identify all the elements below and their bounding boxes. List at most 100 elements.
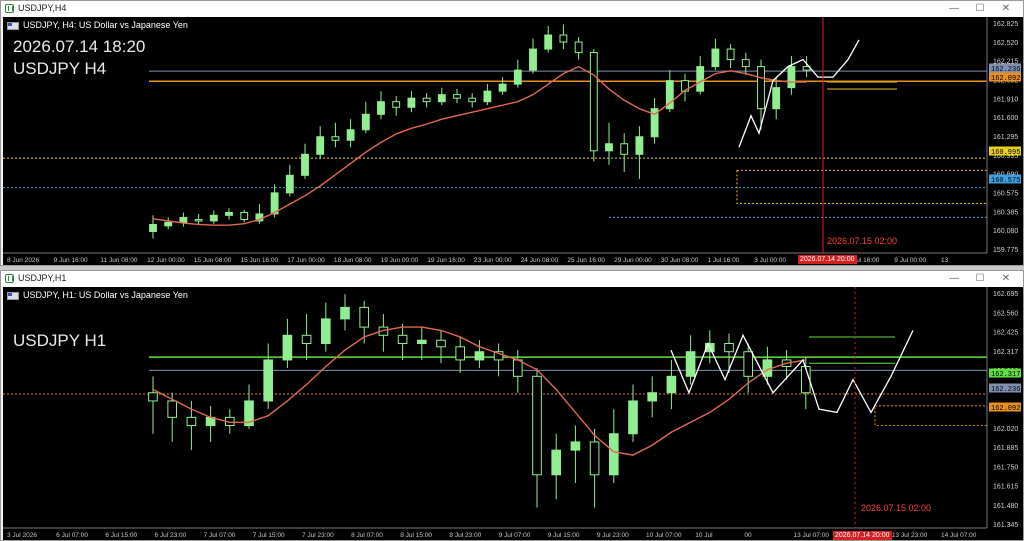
price-tag-label: 162.092 <box>991 75 1020 83</box>
candle-body <box>377 101 385 115</box>
time-axis-label: 19 Jun 00:00 <box>381 257 419 264</box>
candle-body <box>179 216 188 223</box>
time-axis-label: 12 Jun 00:00 <box>147 257 185 264</box>
time-axis-label: 30 Jun 08:00 <box>661 257 699 264</box>
candle-body <box>498 83 507 92</box>
price-tag-label: 160.995 <box>991 149 1020 157</box>
price-scale-label: 161.345 <box>993 522 1018 529</box>
price-tag-label: 162.236 <box>991 386 1020 394</box>
close-button[interactable]: ✕ <box>993 1 1019 17</box>
cursor-time-label: 2026.07.14 20:00 <box>833 531 892 540</box>
price-chart-h4[interactable]: 162.825162.520162.215162.092161.910161.6… <box>3 17 1023 265</box>
price-scale-label: 161.910 <box>993 96 1018 103</box>
price-chart-h1[interactable]: 162.695162.560162.425162.317162.236162.1… <box>3 287 1023 540</box>
candle-body <box>194 219 203 222</box>
candle-body <box>240 212 249 221</box>
candle-body <box>263 359 274 402</box>
candle-body <box>282 334 293 361</box>
forecast-path <box>670 330 914 414</box>
candle-body <box>696 66 705 92</box>
candle-body <box>361 113 370 131</box>
candle-body <box>726 48 735 61</box>
chart-window-icon <box>5 4 14 13</box>
candle-body <box>647 392 658 402</box>
candle-body <box>316 136 325 155</box>
minimize-button[interactable]: — <box>941 1 967 17</box>
candle-body <box>359 306 370 328</box>
candle-body <box>148 392 158 402</box>
candle-body <box>453 94 461 99</box>
candle-body <box>167 400 178 418</box>
close-button[interactable]: ✕ <box>993 271 1019 287</box>
candle-body <box>570 441 581 451</box>
time-axis-label: 17 Jun 00:00 <box>287 257 325 264</box>
candle-body <box>474 351 485 361</box>
candle-body <box>529 48 537 71</box>
candle-body <box>436 339 446 348</box>
candle-body <box>724 343 734 353</box>
overlay-datetime: 2026.07.14 18:20 <box>13 37 146 56</box>
window-title: USDJPY,H4 <box>18 3 67 13</box>
price-scale-label: 162.520 <box>993 40 1018 47</box>
candle-body <box>340 306 350 320</box>
candle-body <box>468 97 477 103</box>
time-axis-label: 7 Jul 15:00 <box>253 532 285 539</box>
window-title: USDJPY,H1 <box>18 273 67 283</box>
chart-header-h1: USDJPY, H1: US Dollar vs Japanese Yen <box>7 290 188 300</box>
time-axis-label: 19 Jun 16:00 <box>427 257 465 264</box>
price-tag-label: 162.317 <box>991 371 1020 379</box>
minimize-button[interactable]: — <box>941 271 967 287</box>
zone-box <box>736 169 988 204</box>
price-scale-label: 162.020 <box>993 426 1018 433</box>
candle-body <box>301 334 312 345</box>
time-axis-label: 1 Jul 16:00 <box>708 257 740 264</box>
candle-body <box>589 52 598 152</box>
chart-header-h4: USDJPY, H4: US Dollar vs Japanese Yen <box>7 20 188 30</box>
time-axis-label: 13 Jul 07:00 <box>794 532 830 539</box>
maximize-button[interactable]: ☐ <box>967 1 993 17</box>
time-axis-label: 13 <box>941 257 949 264</box>
candle-body <box>422 97 431 103</box>
time-axis-label: 3 Jul 2026 <box>7 532 37 539</box>
candle-body <box>149 223 157 232</box>
time-axis-label: 9 Jul 15:00 <box>548 532 580 539</box>
candle-body <box>743 351 754 377</box>
future-time-label: 2026.07.15 02:00 <box>861 503 932 513</box>
candle-body <box>551 449 562 476</box>
candle-body <box>741 59 750 68</box>
future-time-label: 2026.07.15 02:00 <box>827 236 898 246</box>
price-scale-label: 160.385 <box>993 209 1018 216</box>
candle-body <box>574 41 583 54</box>
candle-body <box>513 69 522 85</box>
candle-body <box>164 221 173 227</box>
candle-body <box>757 66 765 110</box>
candle-body <box>455 346 466 361</box>
candle-body <box>512 359 523 377</box>
time-axis-label: 8 Jul 07:00 <box>351 532 383 539</box>
chart-canvas-h4[interactable]: 162.825162.520162.215162.092161.910161.6… <box>3 17 1023 265</box>
time-axis-label: 8 Jul 23:00 <box>449 532 481 539</box>
overlay-symbol: USDJPY H4 <box>13 59 107 78</box>
candle-body <box>320 318 331 345</box>
overlay-symbol: USDJPY H1 <box>13 331 107 350</box>
time-axis-label: 24 Jun 08:00 <box>521 257 559 264</box>
candle-body <box>225 212 233 216</box>
price-scale-label: 162.317 <box>993 349 1018 356</box>
chart-header-text: USDJPY, H4: US Dollar vs Japanese Yen <box>23 20 188 30</box>
maximize-button[interactable]: ☐ <box>967 271 993 287</box>
price-scale-label: 162.560 <box>993 310 1018 317</box>
price-scale-label: 161.750 <box>993 464 1018 471</box>
window-titlebar-h1[interactable]: USDJPY,H1 — ☐ ✕ <box>1 271 1023 287</box>
candle-body <box>532 375 542 476</box>
time-axis-label: 6 Jul 15:00 <box>105 532 137 539</box>
moving-average-line <box>152 65 807 226</box>
price-tag-label: 162.092 <box>991 405 1020 413</box>
candle-body <box>407 97 416 108</box>
price-tag-label: 160.575 <box>991 177 1020 185</box>
chart-window-h4: USDJPY,H4 — ☐ ✕ 162.825162.520162.215162… <box>0 0 1024 266</box>
window-titlebar-h4[interactable]: USDJPY,H4 — ☐ ✕ <box>1 1 1023 17</box>
chart-window-icon <box>5 274 14 283</box>
time-axis-label: 9 Jul 00:00 <box>894 257 926 264</box>
candle-body <box>711 48 720 68</box>
price-scale-label: 161.295 <box>993 134 1018 141</box>
